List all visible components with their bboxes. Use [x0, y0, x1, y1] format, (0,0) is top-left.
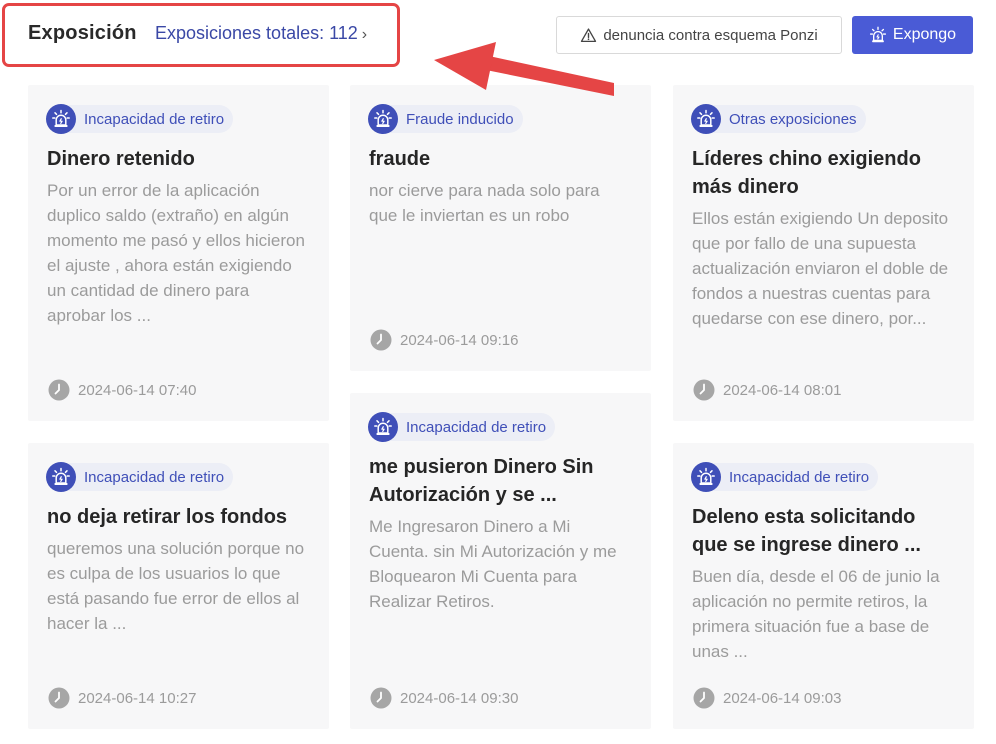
- timestamp-label: 2024-06-14 10:27: [78, 689, 197, 707]
- timestamp-label: 2024-06-14 07:40: [78, 381, 197, 399]
- exposure-card[interactable]: Fraude inducido fraude nor cierve para n…: [350, 85, 651, 371]
- siren-alarm-icon: [368, 104, 398, 134]
- card-title: no deja retirar los fondos: [47, 506, 288, 528]
- siren-alarm-icon: [46, 104, 76, 134]
- clock-icon: [370, 687, 392, 709]
- card-timestamp: 2024-06-14 10:27: [48, 687, 196, 709]
- category-tag: Incapacidad de retiro: [46, 462, 234, 492]
- exposure-card[interactable]: Incapacidad de retiro me pusieron Dinero…: [350, 393, 651, 729]
- card-title: fraude: [369, 148, 431, 170]
- timestamp-label: 2024-06-14 09:30: [400, 689, 519, 707]
- timestamp-label: 2024-06-14 09:03: [723, 689, 842, 707]
- exposure-card[interactable]: Incapacidad de retiro Deleno esta solici…: [673, 443, 974, 729]
- card-excerpt: nor cierve para nada solo para que le in…: [369, 181, 600, 225]
- category-tag: Incapacidad de retiro: [691, 462, 879, 492]
- card-excerpt: queremos una solución porque no es culpa…: [47, 539, 305, 633]
- card-timestamp: 2024-06-14 07:40: [48, 379, 196, 401]
- card-timestamp: 2024-06-14 08:01: [693, 379, 841, 401]
- warning-triangle-icon: [581, 27, 597, 42]
- expose-button-label: Expongo: [892, 26, 957, 43]
- clock-icon: [693, 687, 715, 709]
- exposure-card[interactable]: Incapacidad de retiro Dinero retenido Po…: [28, 85, 329, 421]
- timestamp-label: 2024-06-14 08:01: [723, 381, 842, 399]
- exposure-card[interactable]: Incapacidad de retiro no deja retirar lo…: [28, 443, 329, 729]
- category-tag: Fraude inducido: [368, 104, 523, 134]
- card-title: Líderes chino exigiendo más dinero: [692, 148, 921, 198]
- card-title: Dinero retenido: [47, 148, 195, 170]
- report-ponzi-button[interactable]: denuncia contra esquema Ponzi: [556, 16, 842, 54]
- category-tag: Incapacidad de retiro: [368, 412, 556, 442]
- card-excerpt: Ellos están exigiendo Un deposito que po…: [692, 209, 949, 328]
- highlight-box: [2, 3, 400, 67]
- siren-alarm-icon: [691, 462, 721, 492]
- siren-alarm-icon: [46, 462, 76, 492]
- clock-icon: [370, 329, 392, 351]
- card-title: me pusieron Dinero Sin Autorización y se…: [369, 456, 594, 506]
- card-timestamp: 2024-06-14 09:30: [370, 687, 518, 709]
- siren-alarm-icon: [368, 412, 398, 442]
- card-title: Deleno esta solicitando que se ingrese d…: [692, 506, 921, 556]
- clock-icon: [48, 379, 70, 401]
- category-label: Incapacidad de retiro: [84, 110, 225, 128]
- report-ponzi-label: denuncia contra esquema Ponzi: [603, 26, 818, 44]
- clock-icon: [693, 379, 715, 401]
- card-timestamp: 2024-06-14 09:16: [370, 329, 518, 351]
- clock-icon: [48, 687, 70, 709]
- siren-alarm-icon: [691, 104, 721, 134]
- page-header: Exposición Exposiciones totales: 112 › de…: [0, 0, 996, 80]
- category-label: Incapacidad de retiro: [729, 468, 870, 486]
- card-timestamp: 2024-06-14 09:03: [693, 687, 841, 709]
- category-label: Fraude inducido: [406, 110, 514, 128]
- card-excerpt: Buen día, desde el 06 de junio la aplica…: [692, 567, 940, 661]
- siren-alarm-icon: [869, 26, 887, 44]
- card-excerpt: Por un error de la aplicación duplico sa…: [47, 181, 305, 325]
- timestamp-label: 2024-06-14 09:16: [400, 331, 519, 349]
- category-tag: Otras exposiciones: [691, 104, 866, 134]
- exposure-card[interactable]: Otras exposiciones Líderes chino exigien…: [673, 85, 974, 421]
- category-tag: Incapacidad de retiro: [46, 104, 234, 134]
- category-label: Incapacidad de retiro: [406, 418, 547, 436]
- category-label: Otras exposiciones: [729, 110, 857, 128]
- category-label: Incapacidad de retiro: [84, 468, 225, 486]
- card-excerpt: Me Ingresaron Dinero a Mi Cuenta. sin Mi…: [369, 517, 617, 611]
- expose-button[interactable]: Expongo: [852, 16, 973, 54]
